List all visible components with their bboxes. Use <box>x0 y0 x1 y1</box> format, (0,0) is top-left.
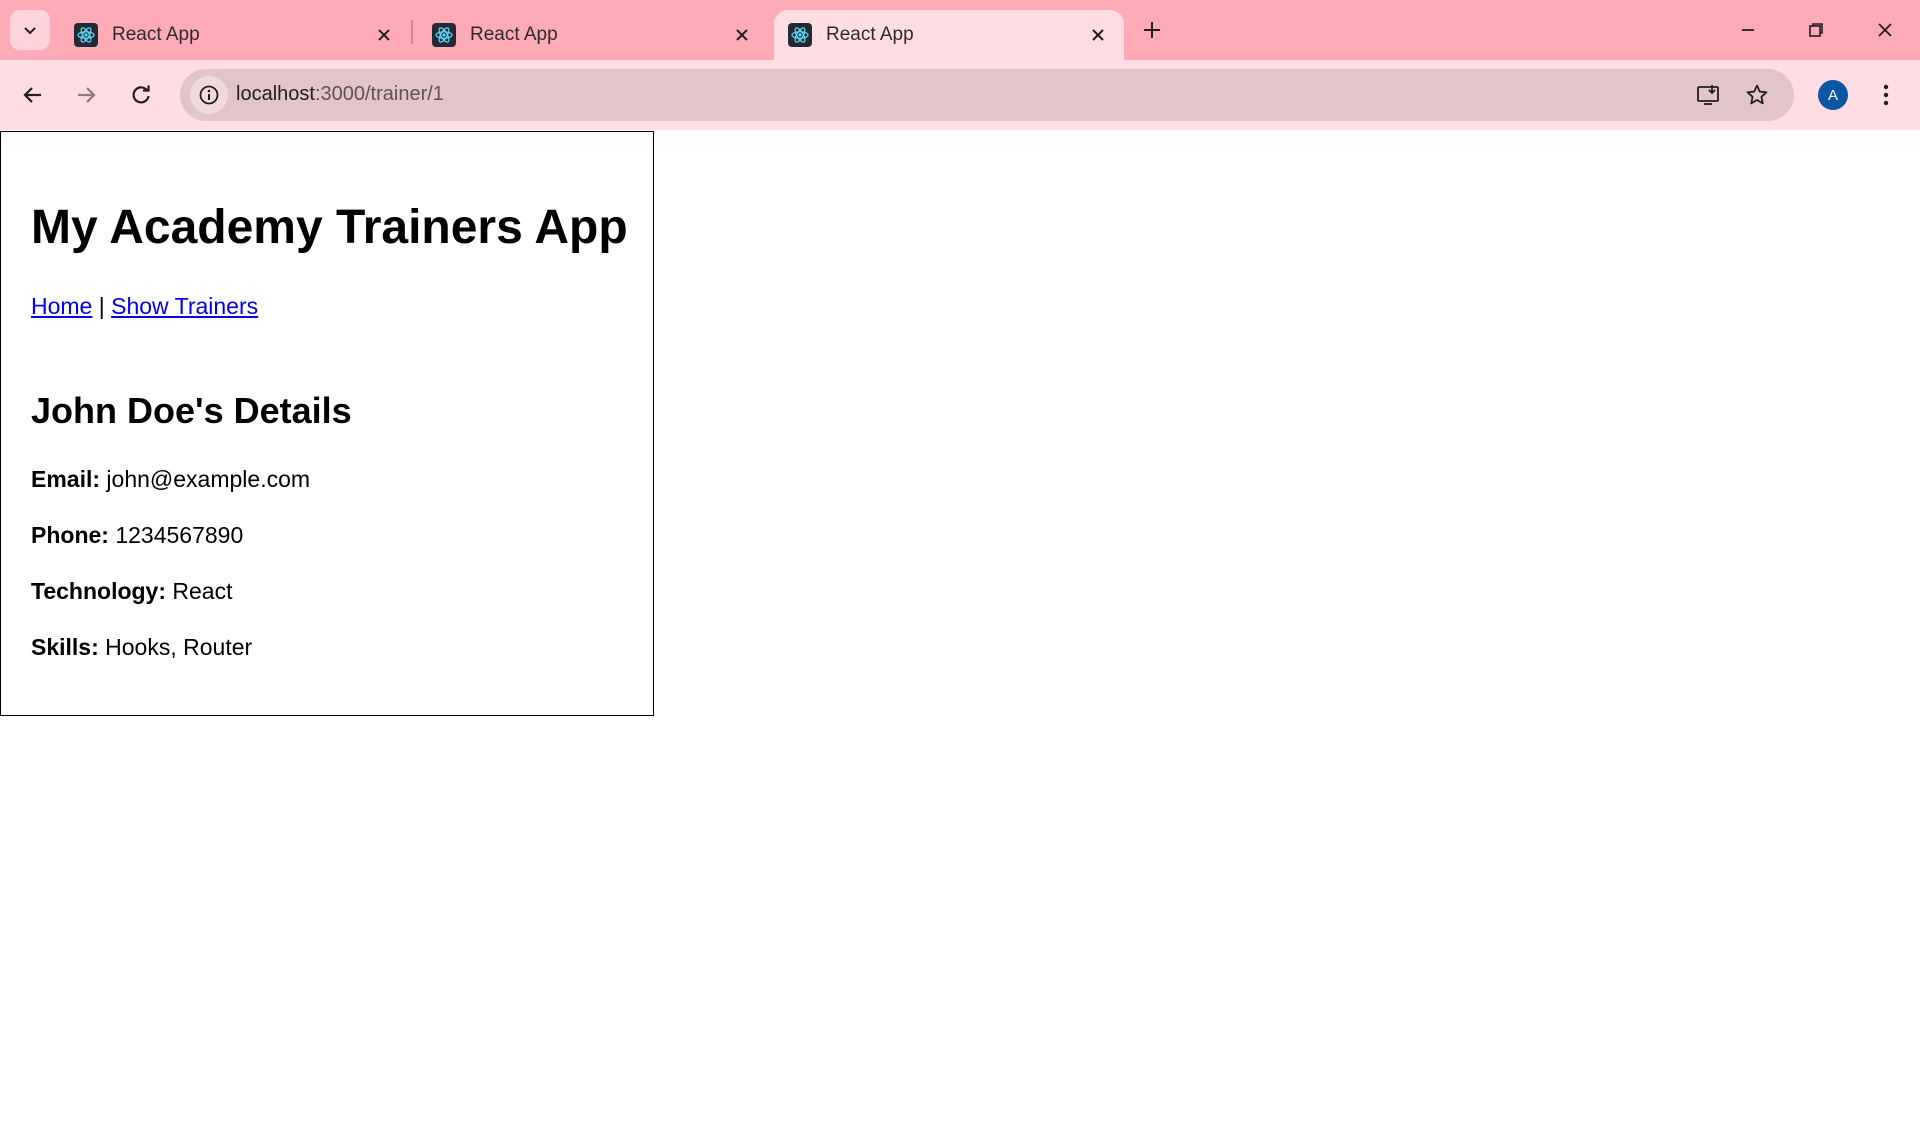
detail-skills: Skills: Hooks, Router <box>31 634 252 661</box>
tab-1[interactable]: React App <box>60 10 410 60</box>
show-trainers-link[interactable]: Show Trainers <box>111 293 258 319</box>
close-icon[interactable] <box>1086 23 1110 47</box>
plus-icon <box>1144 22 1160 38</box>
more-vertical-icon <box>1883 84 1889 106</box>
tab-2[interactable]: React App <box>418 10 768 60</box>
chevron-down-icon <box>24 27 36 35</box>
detail-label: Skills: <box>31 634 99 660</box>
home-link[interactable]: Home <box>31 293 92 319</box>
url-host: localhost <box>236 83 315 105</box>
detail-value: Hooks, Router <box>105 634 253 660</box>
close-icon[interactable] <box>372 23 396 47</box>
reload-icon <box>132 85 150 104</box>
minimize-icon <box>1742 29 1754 31</box>
detail-value: john@example.com <box>106 466 311 492</box>
reload-button[interactable] <box>120 74 162 116</box>
url-text[interactable]: localhost:3000/trainer/1 <box>236 83 444 106</box>
detail-value: React <box>172 578 233 604</box>
new-tab-button[interactable] <box>1134 12 1170 48</box>
browser-toolbar: localhost:3000/trainer/1 A <box>0 60 1920 130</box>
detail-technology: Technology: React <box>31 578 233 605</box>
info-icon <box>199 85 219 105</box>
detail-label: Phone: <box>31 522 109 548</box>
tab-title: React App <box>112 24 200 45</box>
arrow-left-icon <box>23 87 41 103</box>
restore-icon <box>1809 23 1823 37</box>
browser-menu-button[interactable] <box>1868 76 1904 114</box>
back-button[interactable] <box>12 74 54 116</box>
url-path: :3000/trainer/1 <box>314 83 444 105</box>
react-favicon-icon <box>788 23 812 47</box>
react-favicon-icon <box>74 23 98 47</box>
profile-avatar[interactable]: A <box>1818 80 1848 110</box>
restore-button[interactable] <box>1794 10 1838 50</box>
arrow-right-icon <box>78 87 96 103</box>
tab-strip: React App React App React App <box>0 0 1920 60</box>
trainer-details-title: John Doe's Details <box>31 390 352 431</box>
detail-phone: Phone: 1234567890 <box>31 522 243 549</box>
tab-3-active[interactable]: React App <box>774 10 1124 60</box>
bookmark-button[interactable] <box>1739 77 1775 113</box>
detail-email: Email: john@example.com <box>31 466 310 493</box>
site-info-button[interactable] <box>190 76 228 114</box>
minimize-button[interactable] <box>1726 10 1770 50</box>
page-viewport: My Academy Trainers App Home | Show Trai… <box>0 130 1920 1121</box>
detail-value: 1234567890 <box>115 522 244 548</box>
nav-separator: | <box>98 293 105 319</box>
detail-label: Email: <box>31 466 101 492</box>
tab-title: React App <box>470 24 558 45</box>
close-icon <box>1878 23 1892 37</box>
address-bar[interactable]: localhost:3000/trainer/1 <box>180 69 1794 121</box>
tab-separator <box>411 20 413 44</box>
tab-title: React App <box>826 24 914 45</box>
browser-chrome: React App React App React App localhost:… <box>0 0 1920 130</box>
install-desktop-icon <box>1697 85 1719 105</box>
detail-label: Technology: <box>31 578 167 604</box>
close-window-button[interactable] <box>1863 10 1907 50</box>
forward-button[interactable] <box>65 74 107 116</box>
star-icon <box>1746 84 1768 105</box>
app-nav: Home | Show Trainers <box>31 293 258 320</box>
close-icon[interactable] <box>730 23 754 47</box>
react-favicon-icon <box>432 23 456 47</box>
tab-search-button[interactable] <box>10 10 50 50</box>
install-app-button[interactable] <box>1690 77 1726 113</box>
app-container: My Academy Trainers App Home | Show Trai… <box>0 131 654 716</box>
app-title: My Academy Trainers App <box>31 201 628 254</box>
